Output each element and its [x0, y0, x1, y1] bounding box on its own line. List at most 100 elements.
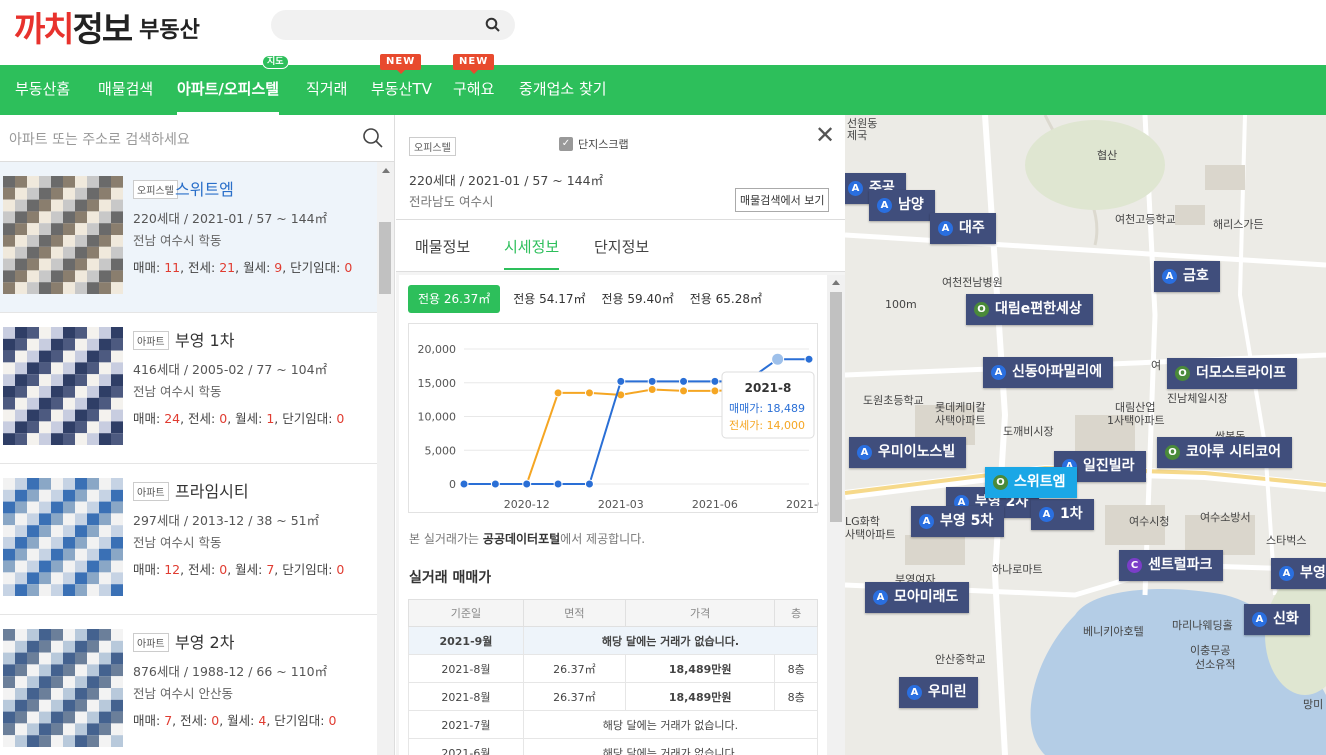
data-point: [490, 479, 500, 489]
map-complex-marker[interactable]: O 스위트엠: [985, 467, 1077, 498]
map-place-label: 사택아파트: [845, 528, 896, 541]
tab-price-info[interactable]: 시세정보: [504, 236, 560, 270]
x-tick-label: 2020-12: [504, 498, 550, 511]
search-icon[interactable]: [485, 17, 501, 33]
complex-thumbnail[interactable]: [3, 327, 123, 445]
complex-detail-panel: 오피스텔 ✓ 단지스크랩 ✕ 220세대 / 2021-01 / 57 ~ 144…: [396, 115, 845, 755]
map-complex-marker[interactable]: A 금호: [1154, 261, 1220, 292]
map-complex-marker[interactable]: A 신화: [1244, 604, 1310, 635]
list-scrollbar[interactable]: [377, 162, 394, 755]
marker-label: 부영: [1300, 565, 1326, 581]
cell-date: 2021-9월: [408, 626, 524, 655]
scroll-up-icon[interactable]: [832, 280, 840, 285]
nav-direct-deal[interactable]: 직거래: [306, 65, 347, 115]
complex-kind-icon: A: [1252, 612, 1267, 627]
nav-real-estate-tv[interactable]: 부동산TV NEW: [371, 54, 432, 115]
map-place-label: 여천전남병원: [942, 276, 1003, 289]
tab-complex-info[interactable]: 단지정보: [594, 236, 649, 257]
top-search-input[interactable]: [271, 10, 515, 40]
map-complex-marker[interactable]: A 1차: [1031, 499, 1094, 530]
y-tick-label: 20,000: [418, 343, 457, 356]
scrap-label: 단지스크랩: [578, 138, 629, 151]
table-header: 기준일 면적 가격 층: [408, 599, 818, 627]
complex-type-badge: 오피스텔: [133, 180, 178, 199]
complex-address: 전남 여수시 학동: [133, 535, 222, 550]
list-item[interactable]: 아파트 부영 2차 876세대 / 1988-12 / 66 ~ 110㎡ 전남…: [0, 615, 377, 755]
jeonse-count: 0: [219, 562, 228, 577]
map-complex-marker[interactable]: C 센트럴파크: [1119, 550, 1224, 581]
area-option[interactable]: 전용 65.28㎡: [687, 285, 765, 313]
cell-date: 2021-8월: [408, 682, 524, 711]
scroll-thumb[interactable]: [379, 222, 391, 294]
map-complex-marker[interactable]: O 대림e편한세상: [966, 294, 1093, 325]
map-complex-marker[interactable]: O 코아루 시티코어: [1157, 437, 1293, 468]
map-complex-marker[interactable]: A 우미린: [899, 677, 978, 708]
map-complex-marker[interactable]: A 모아미래도: [865, 582, 970, 613]
deal-label: , 단기임대:: [282, 260, 345, 275]
deal-label: , 단기임대:: [266, 713, 329, 728]
map-complex-marker[interactable]: A 신동아파밀리에: [983, 357, 1114, 388]
map-place-label: 100m: [885, 298, 917, 311]
top-header: 까치정보 부동산: [0, 0, 1326, 65]
data-point: [647, 376, 657, 386]
scroll-thumb[interactable]: [830, 292, 842, 522]
scroll-up-icon[interactable]: [382, 168, 390, 173]
map-place-label: 진남체일시장: [1167, 392, 1228, 405]
area-option[interactable]: 전용 26.37㎡: [408, 285, 501, 313]
tooltip-sale: 매매가: 18,489: [729, 402, 805, 415]
complex-scrap-checkbox[interactable]: ✓ 단지스크랩: [559, 136, 629, 152]
nav-apartment-officetel[interactable]: 아파트/오피스텔 지도: [177, 55, 289, 115]
list-item[interactable]: 아파트 부영 1차 416세대 / 2005-02 / 77 ~ 104㎡ 전남…: [0, 313, 377, 464]
tab-listing-info[interactable]: 매물정보: [415, 236, 470, 257]
map-complex-marker[interactable]: O 더모스트라이프: [1167, 358, 1298, 389]
map-place-label: 마리나웨딩홀: [1172, 619, 1233, 632]
map-complex-marker[interactable]: A 대주: [930, 213, 996, 244]
complex-thumbnail[interactable]: [3, 478, 123, 596]
marker-label: 더모스트라이프: [1196, 365, 1287, 381]
deal-label: , 단기임대:: [274, 562, 337, 577]
deal-label: , 전세:: [172, 713, 212, 728]
map-complex-marker[interactable]: A 부영 5차: [911, 506, 1005, 537]
complex-name[interactable]: 부영 1차: [175, 327, 234, 351]
complex-kind-icon: A: [1162, 269, 1177, 284]
list-item[interactable]: 오피스텔 스위트엠 220세대 / 2021-01 / 57 ~ 144㎡ 전남…: [0, 162, 377, 313]
marker-label: 센트럴파크: [1148, 557, 1213, 573]
list-item[interactable]: 아파트 프라임시티 297세대 / 2013-12 / 38 ~ 51㎡ 전남 …: [0, 464, 377, 615]
deal-label: , 월세:: [219, 713, 259, 728]
complex-thumbnail[interactable]: [3, 176, 123, 294]
complex-list-panel: 아파트 또는 주소로 검색하세요 오피스텔 스위트엠 220세대 / 2021-…: [0, 115, 395, 755]
cell-price: 18,489만원: [624, 654, 776, 683]
logo-subtitle: 부동산: [139, 18, 200, 43]
nav-real-estate-home[interactable]: 부동산홈: [15, 65, 70, 115]
area-option[interactable]: 전용 59.40㎡: [599, 285, 677, 313]
complex-thumbnail[interactable]: [3, 629, 123, 747]
search-icon[interactable]: [362, 127, 384, 149]
nav-find-agency[interactable]: 중개업소 찾기: [519, 65, 607, 115]
data-point: [459, 479, 469, 489]
cell-date: 2021-6월: [408, 738, 524, 755]
map-complex-marker[interactable]: A 우미이노스빌: [849, 437, 967, 468]
map-view[interactable]: 선원동 제국 협산 여천고등학교 해리스가든 여천전남병원 100m 도원초등학교 롯데케미칼 사…: [845, 115, 1326, 755]
complex-name[interactable]: 스위트엠: [175, 176, 234, 200]
site-logo[interactable]: 까치정보 부동산: [14, 6, 200, 50]
map-complex-marker[interactable]: A 남양: [869, 190, 935, 221]
complex-kind-icon: A: [877, 198, 892, 213]
complex-search-input[interactable]: 아파트 또는 주소로 검색하세요: [0, 115, 394, 162]
table-row: 2021-9월 해당 달에는 거래가 없습니다.: [408, 626, 819, 655]
detail-scrollbar[interactable]: [827, 275, 845, 755]
tooltip-jeonse-label: 전세가:: [729, 419, 767, 432]
data-point: [584, 479, 594, 489]
area-option[interactable]: 전용 54.17㎡: [510, 285, 588, 313]
map-complex-marker[interactable]: A 부영: [1271, 558, 1326, 589]
source-text: 에서 제공합니다.: [560, 532, 646, 546]
complex-name[interactable]: 부영 2차: [175, 629, 234, 653]
nav-wanted[interactable]: 구해요 NEW: [453, 54, 494, 115]
nav-listing-search[interactable]: 매물검색: [98, 65, 153, 115]
deal-label: , 월세:: [227, 562, 267, 577]
deal-label: 매매:: [133, 713, 165, 728]
view-in-listing-button[interactable]: 매물검색에서 보기: [735, 188, 830, 212]
marker-label: 우미이노스빌: [878, 444, 956, 460]
complex-name[interactable]: 프라임시티: [175, 478, 249, 502]
close-icon[interactable]: ✕: [815, 123, 835, 147]
main-nav: 부동산홈 매물검색 아파트/오피스텔 지도 직거래 부동산TV NEW 구해요 NEW…: [0, 54, 1326, 115]
